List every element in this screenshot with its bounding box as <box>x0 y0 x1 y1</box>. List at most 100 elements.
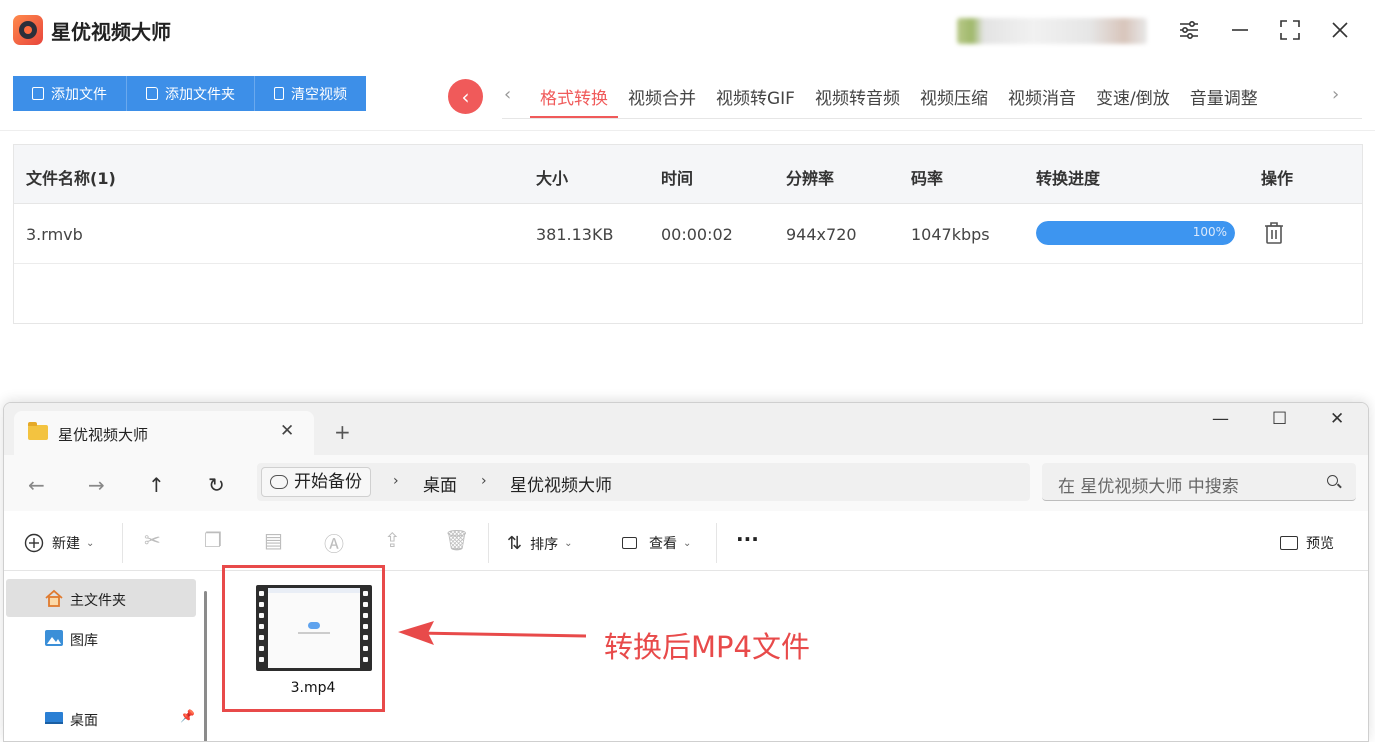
annotation-highlight-box <box>222 565 385 712</box>
chevron-left-icon: ‹ <box>461 84 470 109</box>
tab-speed-reverse[interactable]: 变速/倒放 <box>1086 72 1180 118</box>
tab-format-convert[interactable]: 格式转换 <box>530 72 618 118</box>
cell-file-name: 3.rmvb <box>26 225 83 244</box>
folder-icon <box>28 422 48 440</box>
preview-pane-icon <box>1280 536 1298 550</box>
new-button[interactable]: 新建 ⌄ <box>24 533 94 553</box>
paste-icon[interactable]: ▤ <box>264 528 283 552</box>
file-toolbar: 添加文件 添加文件夹 清空视频 <box>13 76 366 111</box>
tab-video-compress[interactable]: 视频压缩 <box>910 72 998 118</box>
explorer-close-icon[interactable]: ✕ <box>1330 409 1344 429</box>
chevron-down-icon: ⌄ <box>564 538 573 549</box>
explorer-tab-bar: 星优视频大师 ✕ + — ☐ ✕ <box>4 403 1368 455</box>
copy-icon[interactable]: ❐ <box>204 528 222 552</box>
tab-video-mute[interactable]: 视频消音 <box>998 72 1086 118</box>
settings-sliders-icon[interactable] <box>1174 15 1204 45</box>
view-icon <box>622 537 637 549</box>
clear-videos-button[interactable]: 清空视频 <box>255 76 366 111</box>
app-logo-icon <box>13 15 43 45</box>
explorer-tab[interactable]: 星优视频大师 ✕ <box>14 411 314 455</box>
user-account-blurred[interactable] <box>957 18 1147 44</box>
command-bar: 新建 ⌄ ✂ ❐ ▤ Ⓐ ⇪ 🗑 ⇅ 排序 ⌄ 查看 ⌄ ··· 预览 <box>4 511 1368 571</box>
cell-size: 381.13KB <box>536 225 614 244</box>
address-root-label: 开始备份 <box>294 472 362 492</box>
header-progress: 转换进度 <box>1036 169 1101 188</box>
folder-icon <box>146 87 158 100</box>
minimize-icon[interactable] <box>1225 15 1255 45</box>
sidebar-scrollbar[interactable] <box>204 591 207 741</box>
breadcrumb-current-folder[interactable]: 星优视频大师 <box>510 471 612 496</box>
more-options-button[interactable]: ··· <box>736 527 759 551</box>
forward-arrow-icon[interactable]: → <box>88 473 105 497</box>
trash-icon <box>274 87 284 100</box>
chevron-down-icon: ⌄ <box>86 537 95 549</box>
table-row[interactable]: 3.rmvb 381.13KB 00:00:02 944x720 1047kbp… <box>14 204 1362 264</box>
new-tab-plus-icon[interactable]: + <box>334 420 351 444</box>
pin-icon[interactable]: 📌 <box>180 709 195 723</box>
rename-icon[interactable]: Ⓐ <box>324 528 344 557</box>
sidebar-label-gallery: 图库 <box>70 633 98 649</box>
function-tabs: 格式转换 视频合并 视频转GIF 视频转音频 视频压缩 视频消音 变速/倒放 音… <box>530 72 1268 118</box>
file-table: 文件名称(1) 大小 时间 分辨率 码率 转换进度 操作 3.rmvb 381.… <box>13 144 1363 324</box>
cell-resolution: 944x720 <box>786 225 857 244</box>
tab-close-icon[interactable]: ✕ <box>280 421 294 441</box>
close-icon[interactable] <box>1325 15 1355 45</box>
breadcrumb-separator-icon: › <box>481 473 487 489</box>
view-button[interactable]: 查看 ⌄ <box>622 533 691 553</box>
gallery-icon <box>45 630 63 646</box>
header-size: 大小 <box>536 169 569 188</box>
address-root-chip[interactable]: 开始备份 <box>261 467 371 497</box>
add-folder-label: 添加文件夹 <box>165 86 235 103</box>
sidebar-item-desktop[interactable]: 桌面 📌 <box>6 699 196 737</box>
search-input[interactable]: 在 星优视频大师 中搜索 <box>1042 463 1356 501</box>
app-window: 星优视频大师 添加文件 添加文件夹 清空视频 ‹ ‹ 格式转换 视频合并 视频转… <box>0 0 1375 742</box>
add-folder-button[interactable]: 添加文件夹 <box>127 76 255 111</box>
add-file-button[interactable]: 添加文件 <box>13 76 127 111</box>
maximize-icon[interactable] <box>1275 15 1305 45</box>
tab-volume-adjust[interactable]: 音量调整 <box>1180 72 1268 118</box>
header-divider <box>0 130 1375 131</box>
annotation-arrow-icon <box>398 621 587 645</box>
file-explorer-window: 星优视频大师 ✕ + — ☐ ✕ ← → ↑ ↻ 开始备份 › 桌面 › 星优视… <box>3 402 1369 742</box>
sidebar-item-gallery[interactable]: 图库 <box>6 619 196 657</box>
title-bar: 星优视频大师 <box>0 0 1375 62</box>
preview-pane-button[interactable]: 预览 <box>1280 533 1334 553</box>
plus-circle-icon <box>24 533 44 553</box>
desktop-icon <box>45 712 63 724</box>
back-arrow-icon[interactable]: ← <box>28 473 45 497</box>
explorer-minimize-icon[interactable]: — <box>1212 409 1229 429</box>
cloud-backup-icon <box>270 475 288 489</box>
refresh-icon[interactable]: ↻ <box>208 473 225 497</box>
tab-video-to-gif[interactable]: 视频转GIF <box>706 72 805 118</box>
home-icon <box>45 589 63 607</box>
cell-time: 00:00:02 <box>661 225 733 244</box>
collapse-back-button[interactable]: ‹ <box>448 79 483 114</box>
table-header: 文件名称(1) 大小 时间 分辨率 码率 转换进度 操作 <box>14 145 1362 204</box>
tabs-divider <box>502 118 1362 119</box>
up-arrow-icon[interactable]: ↑ <box>148 473 165 497</box>
breadcrumb-desktop[interactable]: 桌面 <box>423 471 457 496</box>
sort-label: 排序 <box>530 536 559 553</box>
header-file-name: 文件名称(1) <box>26 169 116 188</box>
app-title: 星优视频大师 <box>51 20 171 44</box>
tab-video-to-audio[interactable]: 视频转音频 <box>805 72 910 118</box>
tab-video-merge[interactable]: 视频合并 <box>618 72 706 118</box>
sidebar-label-home: 主文件夹 <box>70 593 126 609</box>
delete-row-trash-icon[interactable] <box>1264 221 1284 245</box>
annotation-label: 转换后MP4文件 <box>604 630 810 664</box>
sidebar-label-desktop: 桌面 <box>70 713 98 729</box>
sort-button[interactable]: ⇅ 排序 ⌄ <box>507 533 572 554</box>
chevron-down-icon: ⌄ <box>683 537 692 549</box>
explorer-maximize-icon[interactable]: ☐ <box>1272 409 1287 429</box>
sidebar-item-home[interactable]: 主文件夹 <box>6 579 196 617</box>
header-action: 操作 <box>1261 169 1294 188</box>
view-label: 查看 <box>649 536 677 552</box>
cut-icon[interactable]: ✂ <box>144 528 161 552</box>
delete-icon[interactable]: 🗑 <box>444 528 469 552</box>
tabs-scroll-left-icon[interactable]: ‹ <box>504 84 511 105</box>
tabs-scroll-right-icon[interactable]: › <box>1332 84 1339 105</box>
share-icon[interactable]: ⇪ <box>384 528 401 552</box>
header-resolution: 分辨率 <box>786 169 835 188</box>
clear-videos-label: 清空视频 <box>291 86 347 103</box>
address-bar[interactable]: 开始备份 › 桌面 › 星优视频大师 <box>257 463 1030 501</box>
